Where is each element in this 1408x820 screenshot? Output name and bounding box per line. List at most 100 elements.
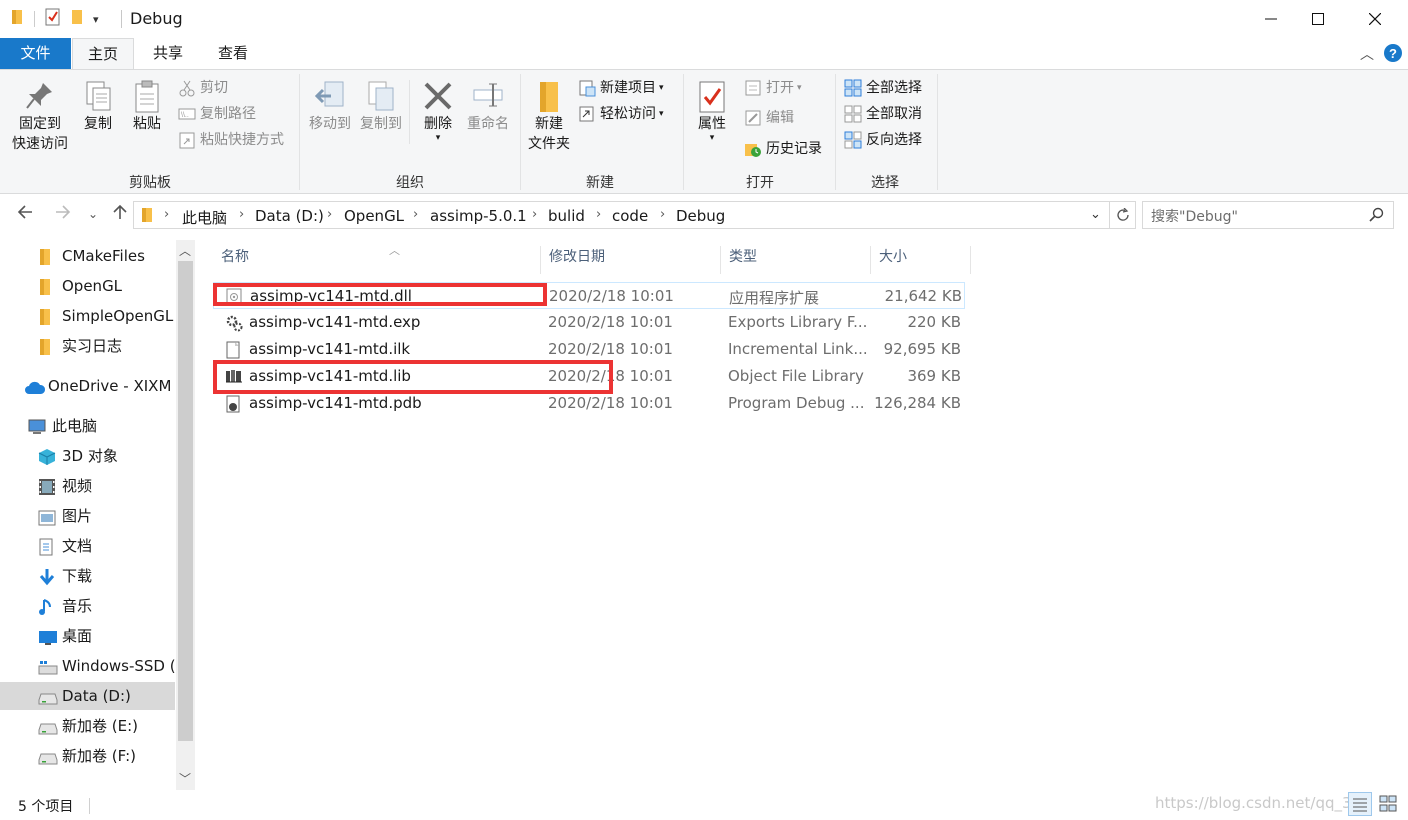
scroll-up-icon[interactable]: ︿ [179,242,191,259]
select-none-button[interactable]: 全部取消 [844,105,922,123]
chevron-right-icon[interactable]: › [413,207,418,222]
new-folder-button[interactable]: 新建 文件夹 [524,80,574,154]
group-divider [299,74,300,190]
nav-item[interactable]: OpenGL [38,272,122,300]
nav-item[interactable]: 实习日志 [38,332,122,360]
properties-button[interactable]: 属性 ▾ [691,80,733,143]
paste-shortcut-button[interactable]: 粘贴快捷方式 [178,131,284,149]
file-row[interactable]: assimp-vc141-mtd.pdb 2020/2/18 10:01 Progr… [213,390,965,417]
chevron-right-icon[interactable]: › [532,207,537,222]
tab-home[interactable]: 主页 [72,38,134,69]
column-header-type[interactable]: 类型 [721,246,871,274]
chevron-right-icon[interactable]: › [327,207,332,222]
nav-item[interactable]: 音乐 [38,592,92,620]
nav-item-label: SimpleOpenGL [62,307,174,325]
close-button[interactable] [1352,0,1398,38]
customize-dropdown-icon[interactable]: ▾ [93,13,99,26]
column-header-size[interactable]: 大小 [871,246,971,274]
nav-item[interactable]: 图片 [38,502,92,530]
breadcrumb-this-pc[interactable]: 此电脑 [182,207,227,228]
large-icons-view-button[interactable] [1377,792,1401,816]
nav-item[interactable]: 文档 [38,532,92,560]
nav-item[interactable]: 新加卷 (E:) [38,712,138,740]
nav-item[interactable]: SimpleOpenGL [38,302,173,330]
breadcrumb-bulid[interactable]: bulid [548,207,585,225]
nav-item[interactable]: 新加卷 (F:) [38,742,136,770]
details-view-button[interactable] [1348,792,1372,816]
delete-button[interactable]: 删除 ▾ [418,80,458,143]
breadcrumb-opengl[interactable]: OpenGL [344,207,404,225]
address-history-dropdown-icon[interactable]: ⌄ [1090,207,1101,222]
nav-item[interactable]: CMakeFiles [38,242,145,270]
invert-selection-label: 反向选择 [866,132,922,148]
move-to-button[interactable]: 移动到 [305,80,355,134]
scroll-thumb[interactable] [178,261,193,741]
chevron-right-icon[interactable]: › [239,207,244,222]
tab-view[interactable]: 查看 [206,38,260,69]
copy-path-button[interactable]: \\.. 复制路径 [178,105,256,123]
new-item-button[interactable]: 新建项目 ▾ [578,79,664,97]
paste-button[interactable]: 粘贴 [127,80,167,134]
breadcrumb-code[interactable]: code [612,207,648,225]
history-button[interactable]: 历史记录 [744,140,822,158]
refresh-button[interactable] [1110,201,1136,229]
column-header-name[interactable]: ︿ 名称 [213,244,541,274]
nav-item[interactable]: Windows-SSD ( [38,652,176,680]
nav-item-label: 新加卷 (F:) [62,747,136,765]
collapse-ribbon-icon[interactable]: ︿ [1360,44,1374,64]
chevron-right-icon[interactable]: › [596,207,601,222]
folder-icon [38,307,56,325]
open-button[interactable]: 打开 ▾ [744,79,802,97]
recent-locations-dropdown-icon[interactable]: ⌄ [88,207,98,221]
address-bar[interactable]: › 此电脑 › Data (D:) › OpenGL › assimp-5.0.… [133,201,1110,229]
breadcrumb-assimp[interactable]: assimp-5.0.1 [430,207,527,225]
search-input[interactable]: 搜索"Debug" [1142,201,1394,229]
help-icon[interactable]: ? [1384,44,1402,66]
cloud-icon [24,377,46,395]
move-to-label: 移动到 [309,116,351,132]
copy-to-button[interactable]: 复制到 [356,80,406,134]
pdb-file-icon [225,395,241,417]
nav-item-label: Data (D:) [62,687,131,705]
video-icon [38,477,56,495]
up-button[interactable] [111,203,129,226]
invert-selection-button[interactable]: 反向选择 [844,131,922,149]
file-row[interactable]: assimp-vc141-mtd.exp 2020/2/18 10:01 Expor… [213,309,965,336]
nav-item[interactable]: 桌面 [38,622,92,650]
select-all-button[interactable]: 全部选择 [844,79,922,97]
tab-file[interactable]: 文件 [0,38,71,69]
new-folder-icon[interactable] [69,8,85,30]
breadcrumb-data-drive[interactable]: Data (D:) [255,207,324,225]
edit-icon [744,109,762,127]
tab-share[interactable]: 共享 [141,38,195,69]
copy-button[interactable]: 复制 [78,80,118,134]
scroll-down-icon[interactable]: ﹀ [179,770,191,787]
chevron-right-icon[interactable]: › [164,207,169,222]
file-row[interactable]: assimp-vc141-mtd.ilk 2020/2/18 10:01 Incre… [213,336,965,363]
minimize-button[interactable] [1248,0,1294,38]
nav-item[interactable]: 3D 对象 [38,442,118,470]
nav-item-label: 图片 [62,507,93,525]
nav-item[interactable]: 此电脑 [28,412,97,440]
nav-item[interactable]: OneDrive - XIXM [24,372,171,400]
navigation-pane: CMakeFiles OpenGL SimpleOpenGL 实习日志 OneDrive… [0,240,196,790]
properties-check-icon[interactable] [45,8,61,30]
pin-quick-access-button[interactable]: 固定到 快速访问 [8,80,72,154]
nav-scrollbar[interactable]: ︿ ﹀ [176,240,195,790]
title-divider [121,10,122,28]
column-header-date[interactable]: 修改日期 [541,246,721,274]
edit-button[interactable]: 编辑 [744,109,794,127]
back-button[interactable] [16,203,34,226]
pin-icon [8,80,72,114]
nav-item[interactable]: Data (D:) [0,682,175,710]
maximize-button[interactable] [1295,0,1341,38]
nav-item[interactable]: 下载 [38,562,92,590]
breadcrumb-debug[interactable]: Debug [676,207,725,225]
nav-item[interactable]: 视频 [38,472,92,500]
forward-button[interactable] [54,203,72,226]
chevron-right-icon[interactable]: › [660,207,665,222]
search-icon[interactable] [1368,207,1384,227]
rename-button[interactable]: 重命名 [463,80,513,134]
cut-button[interactable]: 剪切 [178,79,228,97]
easy-access-button[interactable]: 轻松访问 ▾ [578,105,664,123]
